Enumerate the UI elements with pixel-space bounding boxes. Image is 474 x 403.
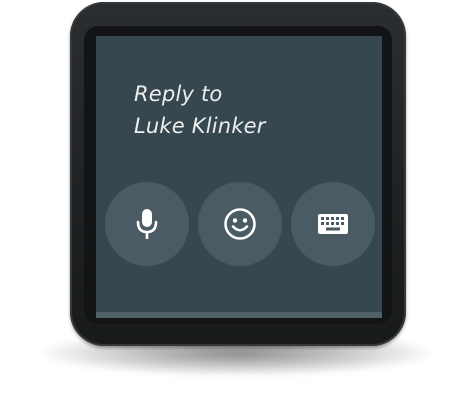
watch-mockup: Reply to Luke Klinker <box>0 0 474 403</box>
reply-contact-name: Luke Klinker <box>134 114 266 138</box>
keyboard-icon <box>318 214 348 234</box>
voice-reply-button[interactable] <box>105 182 189 266</box>
keyboard-reply-button[interactable] <box>291 182 375 266</box>
microphone-icon <box>136 209 158 239</box>
smiley-face-icon <box>224 208 256 240</box>
reply-title-line1: Reply to <box>134 82 223 106</box>
watch-screen: Reply to Luke Klinker <box>96 36 382 318</box>
emoji-reply-button[interactable] <box>198 182 282 266</box>
reply-title: Reply to Luke Klinker <box>134 78 374 142</box>
screen-bottom-edge <box>96 312 382 318</box>
